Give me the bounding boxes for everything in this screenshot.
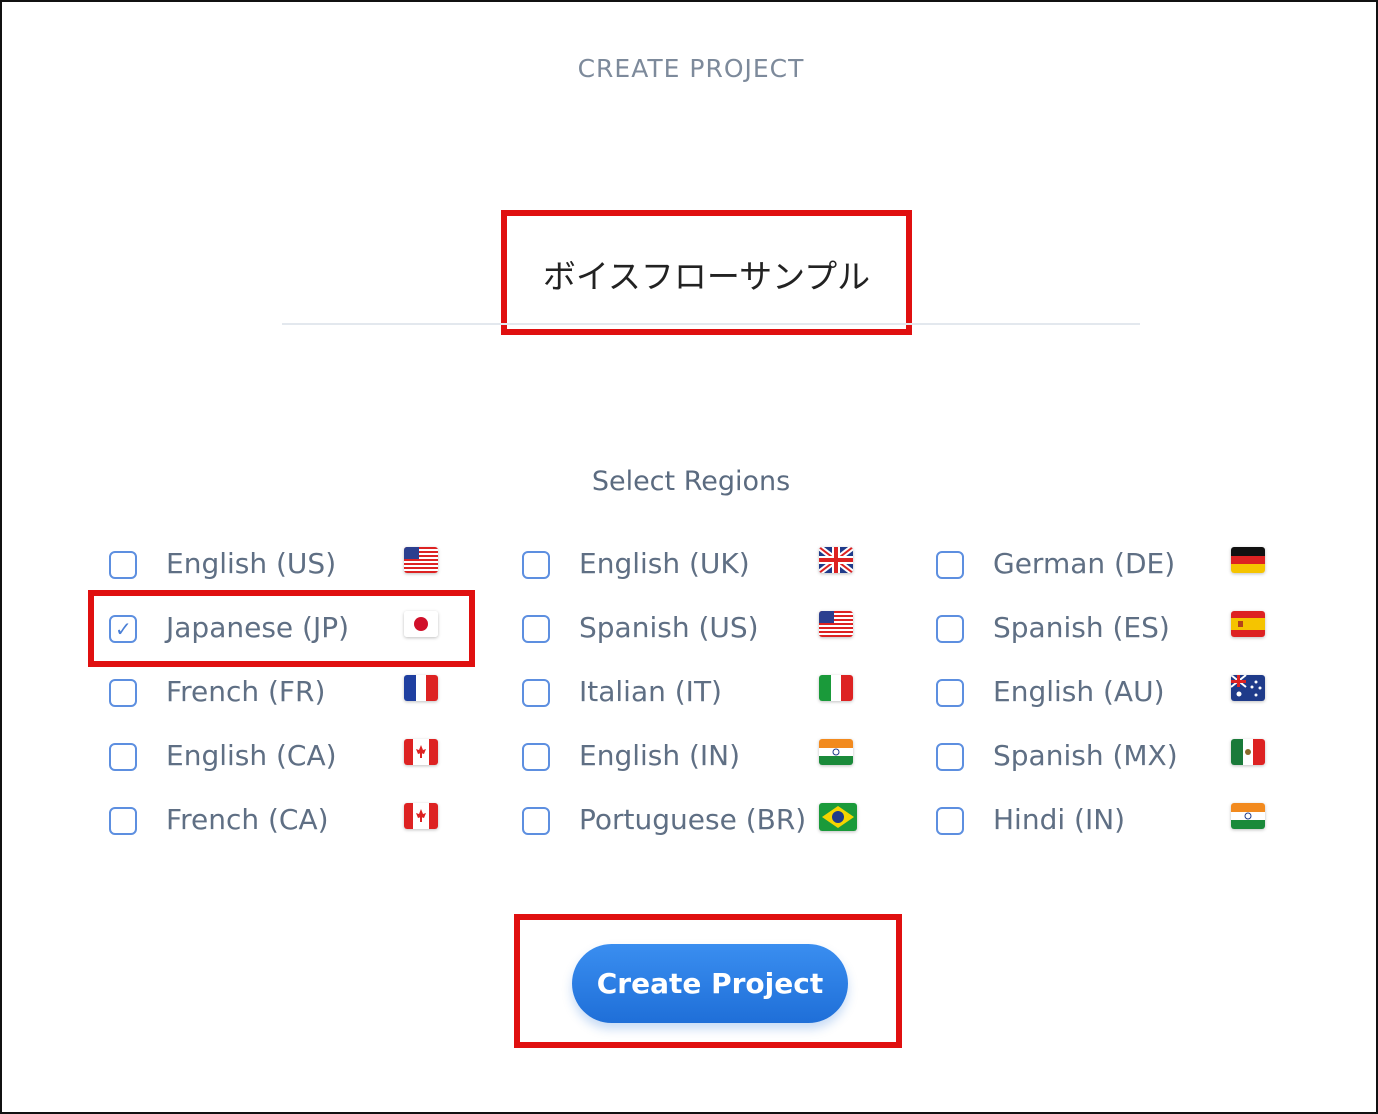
checkbox[interactable] [522,551,550,579]
region-label: English (UK) [579,547,750,580]
region-label: German (DE) [993,547,1176,580]
in-flag-icon [819,739,853,765]
checkbox[interactable] [522,615,550,643]
it-flag-icon [819,675,853,701]
uk-flag-icon [819,547,853,573]
es-flag-icon [1231,611,1265,637]
jp-flag-icon [404,611,438,637]
checkbox[interactable] [936,743,964,771]
region-label: Japanese (JP) [166,611,350,644]
input-underline [282,323,1140,325]
de-flag-icon [1231,547,1265,573]
checkmark-icon: ✓ [115,617,132,641]
checkbox[interactable] [522,743,550,771]
create-project-button[interactable]: Create Project [572,944,848,1023]
page-title: CREATE PROJECT [577,54,805,83]
region-label: Portuguese (BR) [579,803,807,836]
us-flag-icon [819,611,853,637]
checkbox[interactable] [936,679,964,707]
region-label: Hindi (IN) [993,803,1126,836]
checkbox[interactable] [109,743,137,771]
us-flag-icon [404,547,438,573]
mx-flag-icon [1231,739,1265,765]
region-label: French (FR) [166,675,326,708]
region-label: English (IN) [579,739,741,772]
checkbox[interactable] [109,551,137,579]
region-label: Spanish (ES) [993,611,1170,644]
fr-flag-icon [404,675,438,701]
window-frame: CREATE PROJECT ボイスフローサンプル Select Regions… [0,0,1378,1114]
region-label: French (CA) [166,803,329,836]
au-flag-icon [1231,675,1265,701]
ca-flag-icon [404,803,438,829]
in-flag-icon [1231,803,1265,829]
checkbox[interactable] [936,807,964,835]
checkbox[interactable] [936,615,964,643]
br-flag-icon [819,803,857,831]
regions-heading: Select Regions [591,466,791,497]
checkbox[interactable] [522,807,550,835]
region-label: Spanish (MX) [993,739,1178,772]
region-label: English (AU) [993,675,1165,708]
checkbox[interactable] [109,679,137,707]
region-label: English (CA) [166,739,337,772]
region-label: Spanish (US) [579,611,759,644]
ca-flag-icon [404,739,438,765]
checkbox[interactable] [936,551,964,579]
checkbox[interactable] [109,807,137,835]
project-name-input[interactable]: ボイスフローサンプル [501,250,912,298]
checkbox-checked[interactable]: ✓ [109,615,137,643]
region-label: Italian (IT) [579,675,722,708]
region-label: English (US) [166,547,337,580]
checkbox[interactable] [522,679,550,707]
